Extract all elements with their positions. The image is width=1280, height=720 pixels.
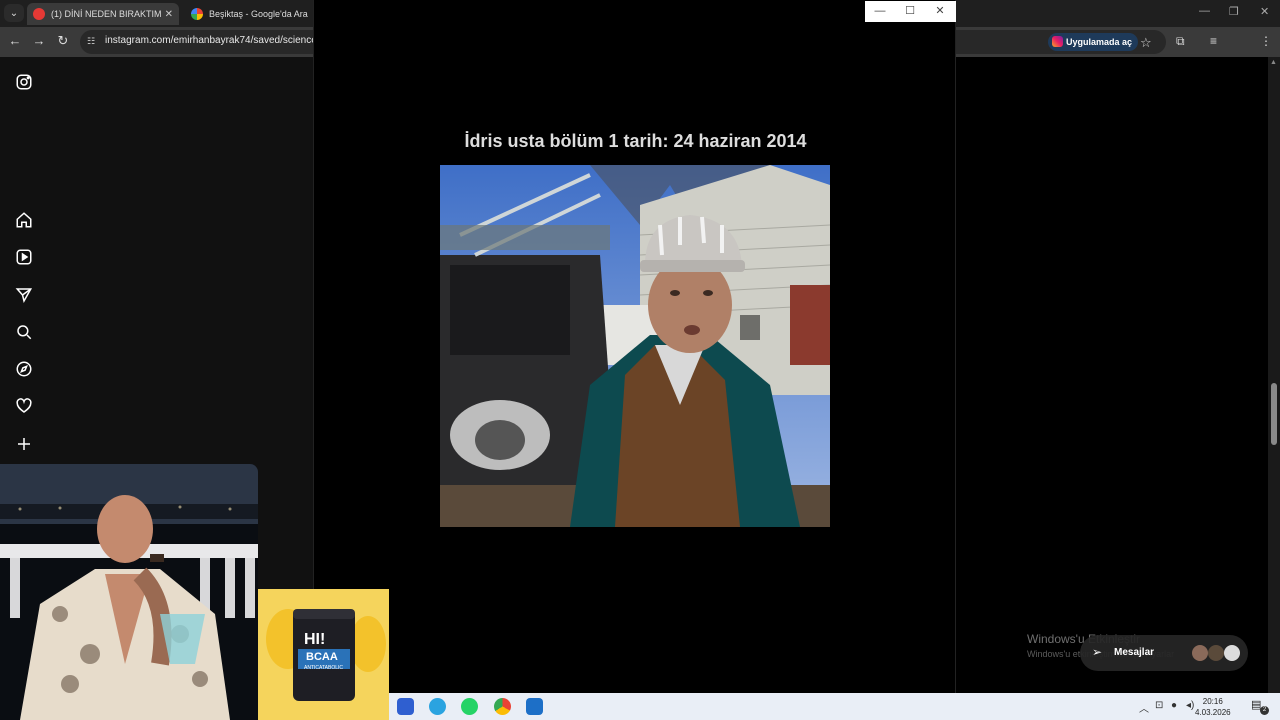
popup-player-window: — ☐ ✕ İdris usta bölüm 1 tarih: 24 hazir… [313, 0, 956, 693]
avatar [1192, 645, 1208, 661]
open-in-app-label: Uygulamada aç [1066, 37, 1133, 47]
taskbar-clock[interactable]: 20:16 4.03.2026 [1195, 696, 1231, 718]
scroll-thumb[interactable] [1271, 383, 1277, 445]
search-icon[interactable] [14, 322, 34, 342]
product-ad-overlay[interactable]: HI! BCAA ANTICATABOLIC [258, 589, 389, 720]
direct-messages-icon: ➢ [1092, 645, 1103, 659]
avatar [1224, 645, 1240, 661]
popup-titlebar: — ☐ ✕ [865, 1, 956, 22]
video-caption: İdris usta bölüm 1 tarih: 24 haziran 201… [464, 131, 807, 151]
back-icon[interactable]: ← [6, 33, 24, 48]
tab-title: Beşiktaş - Google'da Ara [209, 9, 308, 19]
ad-subtitle: ANTICATABOLIC [304, 665, 343, 671]
create-plus-icon[interactable] [14, 434, 34, 454]
scroll-up-icon[interactable]: ▲ [1270, 59, 1277, 66]
telegram-icon[interactable] [429, 698, 446, 715]
open-in-app-button[interactable]: Uygulamada aç [1048, 33, 1139, 51]
tray-overflow-icon[interactable]: ︿ [1139, 700, 1149, 715]
direct-messages-icon[interactable] [14, 285, 34, 305]
popup-maximize-icon[interactable]: ☐ [900, 4, 920, 18]
page-right-area [956, 57, 1268, 720]
video-frame[interactable] [440, 165, 830, 527]
youtube-icon [33, 8, 45, 20]
messages-label: Mesajlar [1114, 647, 1155, 658]
taskbar: ︿ ⊡ ● ◂) 20:16 4.03.2026 ▤ 2 [389, 693, 1280, 720]
page-scrollbar[interactable]: ▲ ▼ [1268, 57, 1280, 720]
forward-icon[interactable]: → [30, 33, 48, 48]
media-player-icon[interactable] [526, 698, 543, 715]
reload-icon[interactable]: ↻ [54, 33, 72, 49]
whatsapp-icon[interactable] [461, 698, 478, 715]
home-icon[interactable] [14, 210, 34, 230]
instagram-logo-icon[interactable] [14, 72, 34, 92]
tab-youtube[interactable]: (1) DİNİ NEDEN BIRAKTIM PARÇA ✕ [27, 3, 179, 25]
popup-close-icon[interactable]: ✕ [930, 4, 950, 18]
clock-time: 20:16 [1202, 697, 1223, 706]
extensions-icon[interactable]: ⧉ [1176, 34, 1185, 49]
webcam-overlay [0, 464, 258, 720]
network-icon[interactable]: ⊡ [1155, 700, 1163, 711]
instagram-icon [1052, 36, 1063, 47]
app-icon-trello[interactable] [397, 698, 414, 715]
tab-title: (1) DİNİ NEDEN BIRAKTIM PARÇA [51, 9, 161, 19]
chrome-icon[interactable] [494, 698, 511, 715]
minimize-icon[interactable]: — [1199, 5, 1210, 17]
ad-brand: HI! [304, 631, 326, 648]
google-icon [191, 8, 203, 20]
notifications-heart-icon[interactable] [14, 396, 34, 416]
site-settings-icon[interactable]: ☷ [87, 36, 99, 48]
close-window-icon[interactable]: ✕ [1260, 5, 1269, 18]
tab-search-button[interactable]: ⌄ [4, 4, 24, 22]
popup-minimize-icon[interactable]: — [870, 4, 890, 18]
messages-pill-button[interactable]: ➢ Mesajlar [1080, 635, 1248, 671]
avatar [1208, 645, 1224, 661]
close-tab-icon[interactable]: ✕ [165, 9, 173, 20]
restore-icon[interactable]: ❐ [1229, 5, 1239, 18]
menu-kebab-icon[interactable]: ⋮ [1260, 34, 1272, 48]
notification-center-icon[interactable]: ▤ 2 [1251, 698, 1269, 715]
ad-product: BCAA [306, 651, 338, 663]
reels-icon[interactable] [14, 247, 34, 267]
media-control-icon[interactable]: ≡ [1210, 34, 1217, 48]
explore-icon[interactable] [14, 359, 34, 379]
microphone-icon[interactable]: ● [1171, 700, 1177, 711]
clock-date: 4.03.2026 [1195, 708, 1231, 717]
url-text: instagram.com/emirhanbayrak74/saved/scie… [105, 35, 330, 46]
screen: ⌄ (1) DİNİ NEDEN BIRAKTIM PARÇA ✕ Beşikt… [0, 0, 1280, 720]
volume-icon[interactable]: ◂) [1186, 700, 1194, 711]
bookmark-star-icon[interactable]: ☆ [1140, 35, 1152, 51]
notification-badge: 2 [1260, 706, 1269, 715]
